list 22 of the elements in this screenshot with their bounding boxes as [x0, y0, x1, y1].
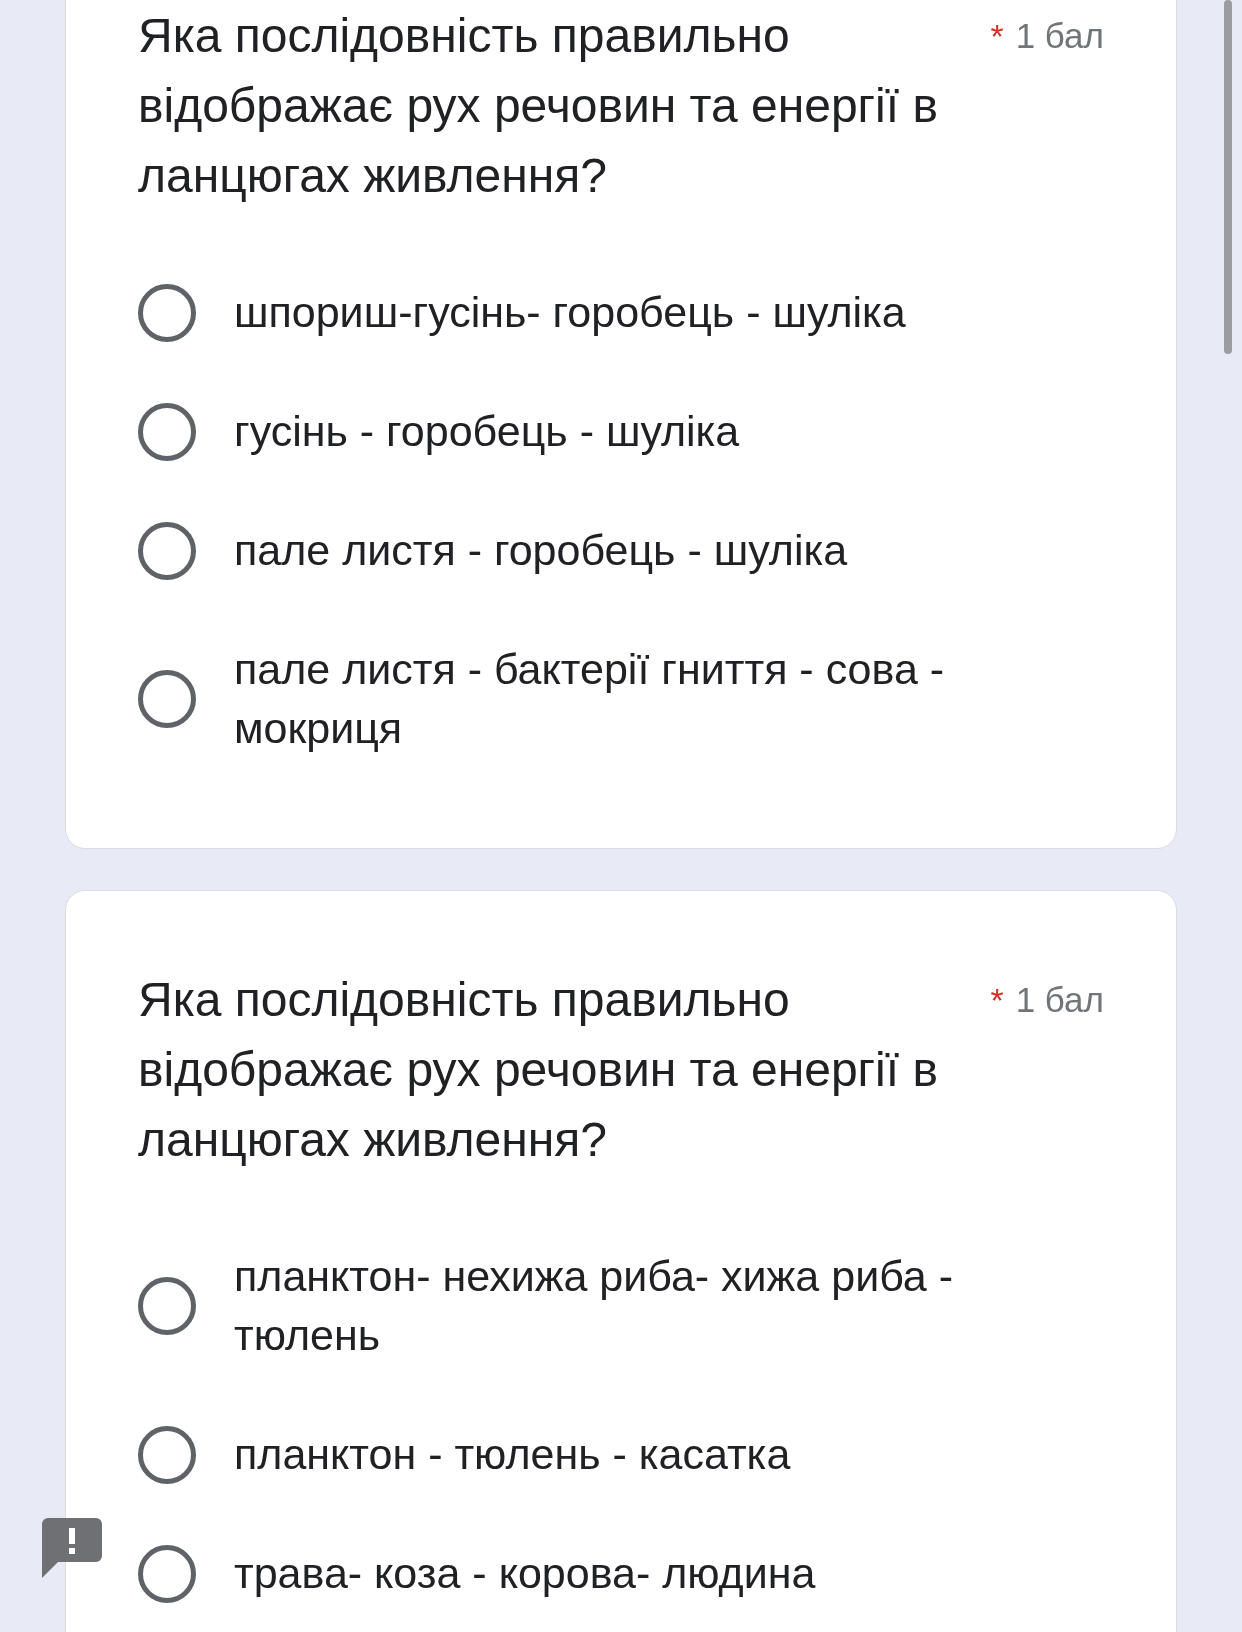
option-label: пале листя - горобець - шуліка — [234, 525, 849, 576]
radio-button[interactable] — [138, 1544, 196, 1603]
radio-button[interactable] — [138, 402, 196, 461]
option-label: пале листя - бактерії гниття - сова - мокриця — [234, 644, 946, 754]
question-title: Яка послідовність правильно відображає рух речовин та енергії в ланцюгах живлення? — [138, 972, 939, 1168]
required-asterisk: * — [990, 980, 1004, 1021]
radio-button[interactable] — [138, 283, 196, 342]
question-title: Яка послідовність правильно відображає рух речовин та енергії в ланцюгах живлення? — [138, 8, 939, 204]
option-label: планктон- нехижа риба- хижа риба - тюлень — [234, 1251, 954, 1361]
feedback-icon[interactable] — [42, 1518, 102, 1578]
radio-button[interactable] — [138, 1425, 196, 1484]
radio-button[interactable] — [138, 1277, 196, 1335]
option-label: гусінь - горобець - шуліка — [234, 406, 741, 457]
points-label: 1 бал — [1015, 979, 1104, 1021]
points-label: 1 бал — [1015, 15, 1104, 57]
option-label: трава- коза - корова- людина — [234, 1548, 817, 1599]
scrollbar-thumb[interactable] — [1224, 0, 1232, 354]
option-label: шпориш-гусінь- горобець - шуліка — [234, 287, 907, 338]
option-label: планктон - тюлень - касатка — [234, 1429, 792, 1480]
radio-button[interactable] — [138, 670, 196, 728]
required-asterisk: * — [990, 16, 1004, 57]
radio-button[interactable] — [138, 521, 196, 580]
